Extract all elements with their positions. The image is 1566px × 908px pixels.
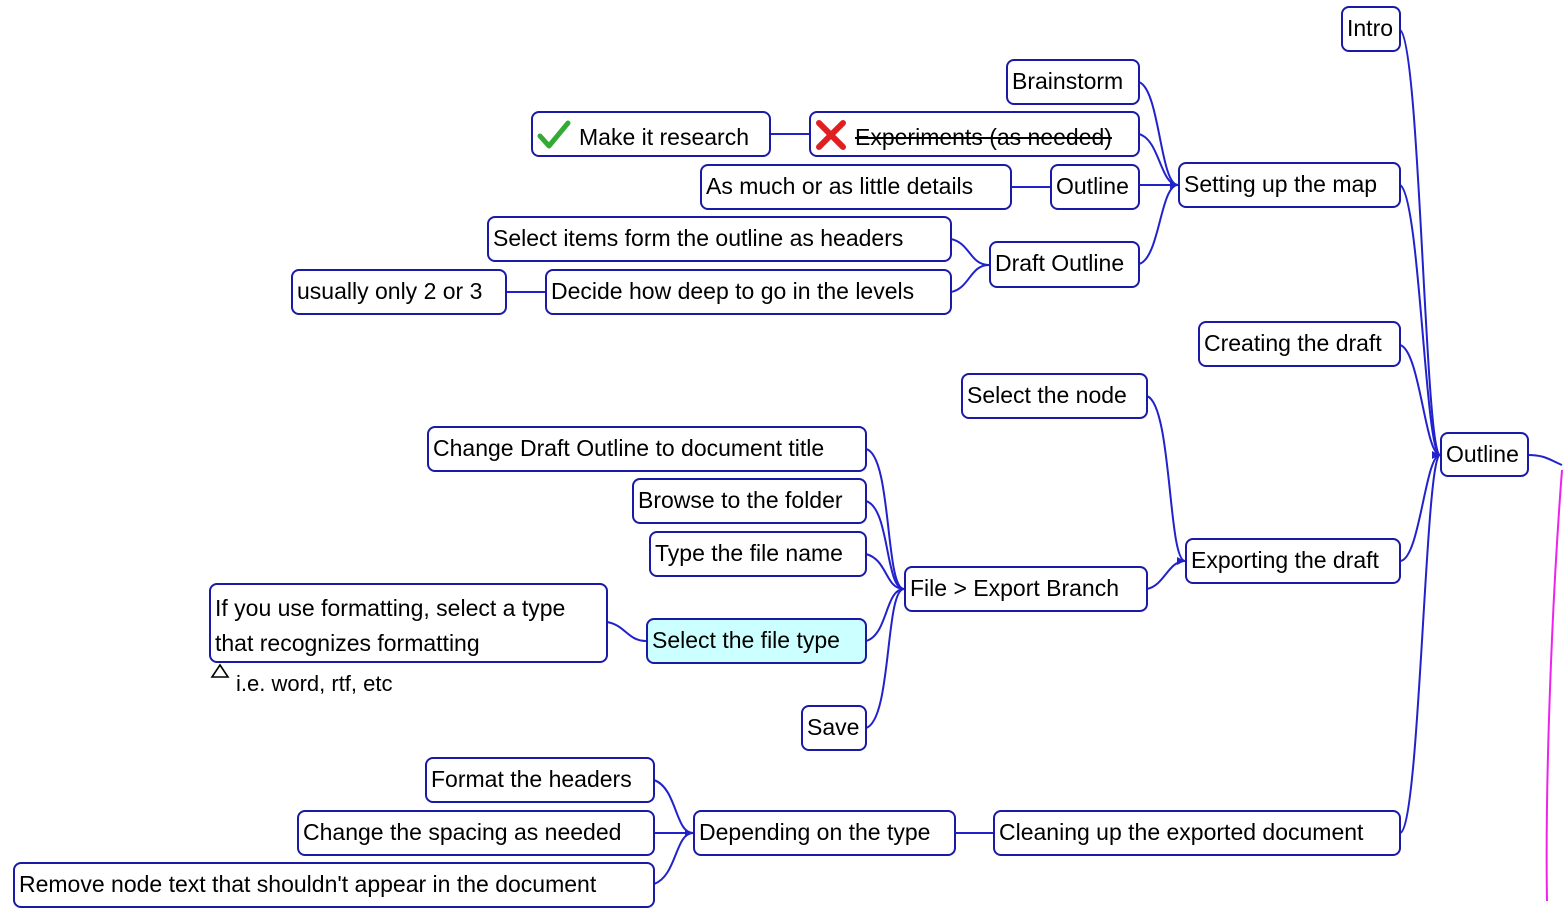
node-label: Browse to the folder — [638, 487, 843, 513]
formatting-note: i.e. word, rtf, etc — [236, 671, 393, 696]
node-depending-on-type[interactable]: Depending on the type — [693, 810, 956, 856]
node-browse-to-folder[interactable]: Browse to the folder — [632, 478, 867, 524]
node-outline[interactable]: Outline — [1050, 164, 1140, 210]
node-label: Intro — [1347, 15, 1394, 41]
node-decide-levels[interactable]: Decide how deep to go in the levels — [545, 269, 952, 315]
node-format-headers[interactable]: Format the headers — [425, 757, 655, 803]
node-label: Brainstorm — [1012, 68, 1124, 94]
node-creating-the-draft[interactable]: Creating the draft — [1198, 321, 1401, 367]
node-change-draft-outline-title[interactable]: Change Draft Outline to document title — [427, 426, 867, 472]
node-label: Select the file type — [652, 627, 840, 653]
node-label: As much or as little details — [706, 173, 974, 199]
node-as-much-details[interactable]: As much or as little details — [700, 164, 1012, 210]
node-exporting-the-draft[interactable]: Exporting the draft — [1185, 538, 1401, 584]
node-label: Make it research — [579, 124, 750, 150]
node-cleaning-up-exported-document[interactable]: Cleaning up the exported document — [993, 810, 1401, 856]
node-type-file-name[interactable]: Type the file name — [649, 531, 867, 577]
node-experiments[interactable]: Experiments (as needed) — [809, 111, 1140, 157]
node-select-the-node[interactable]: Select the node — [961, 373, 1148, 419]
node-label: Cleaning up the exported document — [999, 819, 1364, 845]
node-label: Setting up the map — [1184, 171, 1378, 197]
node-select-items-as-headers[interactable]: Select items form the outline as headers — [487, 216, 952, 262]
checkmark-icon — [537, 120, 571, 155]
node-outline-root[interactable]: Outline — [1440, 432, 1529, 477]
node-label: Outline — [1446, 441, 1519, 467]
node-label: Change Draft Outline to document title — [433, 435, 825, 461]
node-draft-outline[interactable]: Draft Outline — [989, 241, 1140, 288]
node-label: Remove node text that shouldn't appear i… — [19, 871, 597, 897]
note-triangle-icon[interactable] — [210, 663, 230, 679]
node-label: Decide how deep to go in the levels — [551, 278, 915, 304]
node-label: Outline — [1056, 173, 1129, 199]
node-label: Type the file name — [655, 540, 843, 566]
node-label: Creating the draft — [1204, 330, 1382, 356]
node-make-it-research[interactable]: Make it research — [531, 111, 771, 157]
node-formatting-tip[interactable]: If you use formatting, select a type tha… — [209, 583, 608, 663]
mind-map-canvas: Outline Intro Setting up the map Creatin… — [0, 0, 1566, 908]
node-brainstorm[interactable]: Brainstorm — [1006, 59, 1140, 105]
node-save[interactable]: Save — [801, 705, 867, 751]
node-label: File > Export Branch — [910, 575, 1120, 601]
cross-icon — [815, 120, 847, 155]
node-select-file-type[interactable]: Select the file type — [646, 618, 867, 664]
node-usually-2-or-3[interactable]: usually only 2 or 3 — [291, 269, 507, 315]
node-remove-node-text[interactable]: Remove node text that shouldn't appear i… — [13, 862, 655, 908]
node-label: Experiments (as needed) — [855, 124, 1112, 150]
node-label: Depending on the type — [699, 819, 931, 845]
node-label: Change the spacing as needed — [303, 819, 622, 845]
node-file-export-branch[interactable]: File > Export Branch — [904, 566, 1148, 612]
node-label: usually only 2 or 3 — [297, 278, 483, 304]
node-label: Select the node — [967, 382, 1127, 408]
node-setting-up-the-map[interactable]: Setting up the map — [1178, 162, 1401, 208]
node-change-spacing[interactable]: Change the spacing as needed — [297, 810, 655, 856]
node-label: Draft Outline — [995, 250, 1125, 276]
node-intro[interactable]: Intro — [1341, 6, 1401, 52]
node-label: Exporting the draft — [1191, 547, 1379, 573]
node-label: Select items form the outline as headers — [493, 225, 904, 251]
node-label: Save — [807, 714, 860, 740]
node-label: Format the headers — [431, 766, 632, 792]
node-label: If you use formatting, select a type tha… — [215, 595, 566, 656]
